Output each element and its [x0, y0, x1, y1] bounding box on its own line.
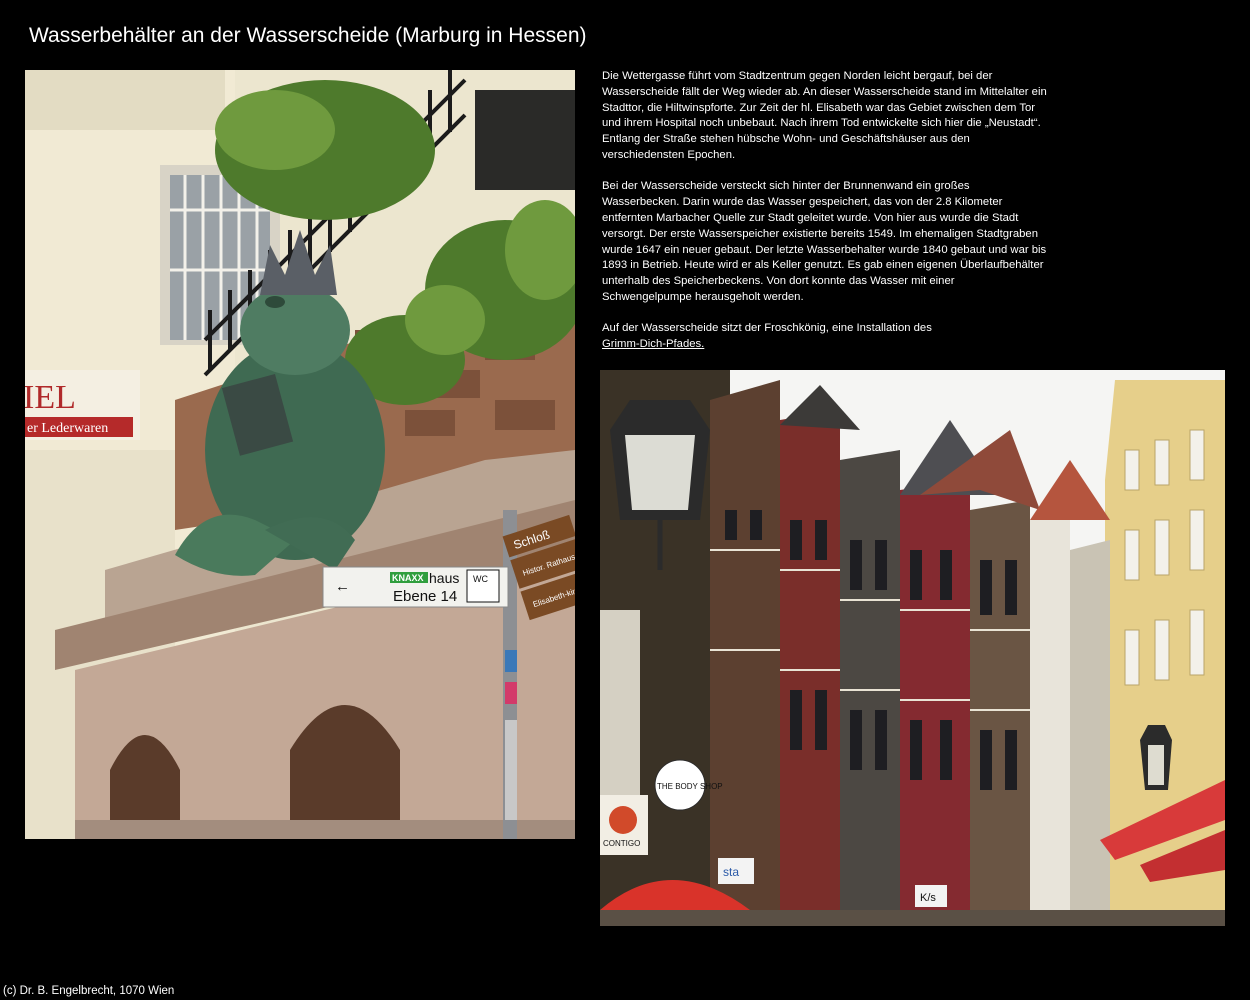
street-photo: THE BODY SHOP CONTIGO sta K/s — [600, 370, 1225, 926]
paragraph-3: Auf der Wasserscheide sitzt der Froschkö… — [602, 321, 1047, 353]
sign-ebene: Ebene 14 — [393, 588, 457, 605]
sign-haus: haus — [429, 570, 459, 586]
shop-kl: K/s — [920, 892, 936, 904]
shop-sign-small: sta — [723, 865, 739, 879]
grimm-dich-pfad-link[interactable]: Grimm-Dich-Pfades. — [602, 338, 704, 350]
shop-contigo: CONTIGO — [603, 839, 640, 848]
paragraph-3-text: Auf der Wasserscheide sitzt der Froschkö… — [602, 322, 932, 335]
shop-sign-bottom: er Lederwaren — [27, 421, 108, 436]
paragraph-2: Bei der Wasserscheide versteckt sich hin… — [602, 180, 1047, 303]
description-text: Die Wettergasse führt vom Stadtzentrum g… — [602, 69, 1047, 369]
frog-king-photo: IEL er Lederwaren ← KNAXX haus WC Ebene … — [25, 70, 575, 839]
page-title: Wasserbehälter an der Wasserscheide (Mar… — [29, 24, 587, 47]
paragraph-1: Die Wettergasse führt vom Stadtzentrum g… — [602, 70, 1047, 161]
sign-wc: WC — [473, 574, 488, 584]
shop-sign-top: IEL — [25, 379, 76, 416]
sign-haus-brand: KNAXX — [392, 573, 424, 583]
shop-body-shop: THE BODY SHOP — [657, 782, 723, 791]
copyright-footer: (c) Dr. B. Engelbrecht, 1070 Wien — [3, 985, 175, 997]
svg-text:←: ← — [335, 578, 350, 595]
